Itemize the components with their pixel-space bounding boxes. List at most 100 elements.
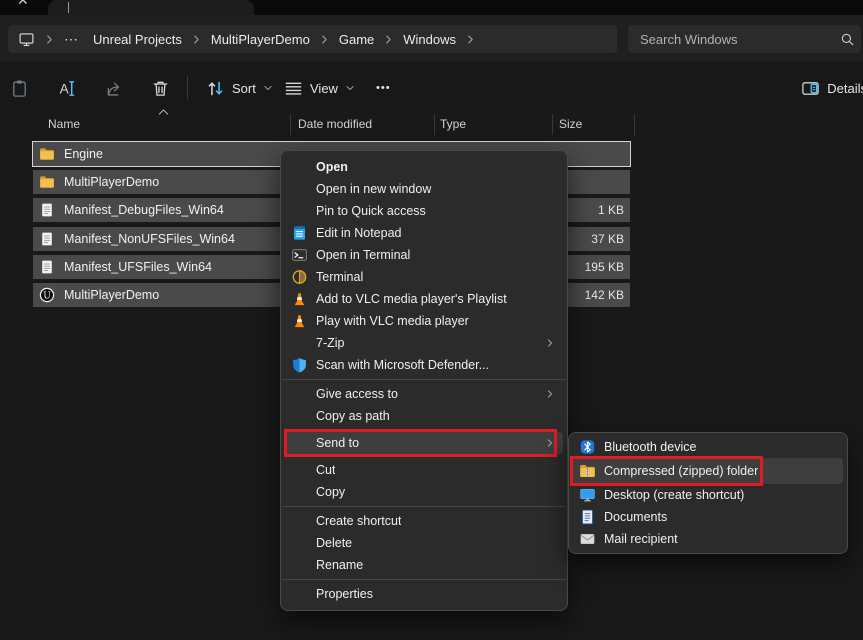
breadcrumb[interactable]: ⋯ Unreal Projects MultiPlayerDemo Game W… [8,25,617,53]
view-label: View [310,81,338,96]
share-button[interactable] [105,75,124,101]
column-header-name[interactable]: Name [48,117,80,131]
submenu-item[interactable]: Documents [569,506,847,528]
context-menu: Open Open in new window Pin to Quick acc… [280,150,568,611]
terminal-gold-icon [291,269,308,286]
context-menu-item[interactable]: Edit in Notepad [281,222,567,244]
context-menu-item[interactable]: Create shortcut [281,510,567,532]
breadcrumb-overflow[interactable]: ⋯ [64,31,79,48]
column-header-date-modified[interactable]: Date modified [298,117,372,131]
context-menu-item[interactable]: Rename [281,554,567,576]
chevron-down-icon [345,83,355,93]
column-header-size[interactable]: Size [559,117,582,131]
context-menu-item[interactable]: Play with VLC media player [281,310,567,332]
delete-icon [151,79,170,98]
context-menu-item[interactable]: Add to VLC media player's Playlist [281,288,567,310]
details-pane-icon [801,79,820,98]
ellipsis-icon: ••• [376,82,391,94]
file-size: 1 KB [598,203,630,217]
share-icon [105,79,124,98]
context-menu-item[interactable]: 7-Zip [281,332,567,354]
file-size: 37 KB [591,232,630,246]
svg-text:U: U [43,291,51,301]
context-menu-item[interactable]: Delete [281,532,567,554]
column-header-type[interactable]: Type [440,117,466,131]
search-box [628,25,861,53]
submenu-item[interactable]: Mail recipient [569,528,847,550]
submenu-item[interactable]: Compressed (zipped) folder [569,458,847,484]
menu-item-label: Cut [316,463,335,477]
delete-button[interactable] [151,75,170,101]
column-divider[interactable] [290,114,291,135]
menu-item-label: Copy [316,485,345,499]
context-menu-item[interactable]: Cut [281,459,567,481]
file-icon [39,259,55,275]
toolbar-divider [187,76,188,99]
notepad-icon [291,225,308,242]
chevron-right-icon [465,34,476,45]
bluetooth-icon [579,439,596,456]
menu-item-label: Rename [316,558,363,572]
context-menu-item[interactable]: Pin to Quick access [281,200,567,222]
chevron-right-icon [545,389,555,399]
paste-button[interactable] [10,75,29,101]
file-icon [39,231,55,247]
context-menu-item[interactable]: Terminal [281,266,567,288]
send-to-submenu: Bluetooth device Compressed (zipped) fol… [568,432,848,554]
search-icon [840,32,855,47]
column-divider[interactable] [434,114,435,135]
file-name: Manifest_NonUFSFiles_Win64 [64,232,235,246]
documents-icon [579,509,596,526]
file-name: MultiPlayerDemo [64,288,159,302]
terminal-icon [291,247,308,264]
menu-item-label: Open in Terminal [316,248,410,262]
context-menu-item[interactable]: Copy as path [281,405,567,427]
command-toolbar: A Sort View ••• Details [0,62,863,112]
mail-icon [579,531,596,548]
details-label: Details [827,81,863,96]
context-menu-item[interactable]: Send to [281,432,567,454]
breadcrumb-item[interactable]: Unreal Projects [93,32,182,47]
menu-item-label: Compressed (zipped) folder [604,464,758,478]
context-menu-item[interactable]: Copy [281,481,567,503]
vlc-icon [291,291,308,308]
submenu-item[interactable]: Bluetooth device [569,436,847,458]
breadcrumb-item[interactable]: Windows [403,32,456,47]
menu-separator [282,579,566,580]
zip-folder-icon [579,463,596,480]
rename-button[interactable]: A [57,75,76,101]
menu-item-label: Mail recipient [604,532,678,546]
file-explorer-window: ✕ ⋯ Unreal Projects MultiPlayerDemo Game [0,0,863,640]
menu-item-label: Copy as path [316,409,390,423]
file-icon [39,202,55,218]
more-options-button[interactable]: ••• [376,75,391,101]
context-menu-item[interactable]: Scan with Microsoft Defender... [281,354,567,376]
menu-item-label: Give access to [316,387,398,401]
file-size: 142 KB [585,288,630,302]
explorer-tab[interactable] [48,0,254,15]
file-name: Manifest_DebugFiles_Win64 [64,203,224,217]
context-menu-item[interactable]: Open in new window [281,178,567,200]
monitor-icon[interactable] [18,31,35,48]
menu-item-label: Documents [604,510,667,524]
file-name: MultiPlayerDemo [64,175,159,189]
context-menu-item[interactable]: Open in Terminal [281,244,567,266]
column-divider[interactable] [552,114,553,135]
close-icon[interactable]: ✕ [17,0,29,7]
submenu-item[interactable]: Desktop (create shortcut) [569,484,847,506]
chevron-right-icon [44,34,55,45]
chevron-right-icon [191,34,202,45]
breadcrumb-item[interactable]: Game [339,32,374,47]
svg-text:A: A [60,81,70,96]
chevron-right-icon [319,34,330,45]
context-menu-item[interactable]: Properties [281,583,567,605]
search-input[interactable] [628,32,840,47]
column-divider[interactable] [634,114,635,135]
details-pane-button[interactable]: Details [801,75,863,101]
chevron-down-icon [263,83,273,93]
sort-button[interactable]: Sort [206,75,273,101]
breadcrumb-item[interactable]: MultiPlayerDemo [211,32,310,47]
context-menu-item[interactable]: Open [281,156,567,178]
view-button[interactable]: View [284,75,355,101]
context-menu-item[interactable]: Give access to [281,383,567,405]
